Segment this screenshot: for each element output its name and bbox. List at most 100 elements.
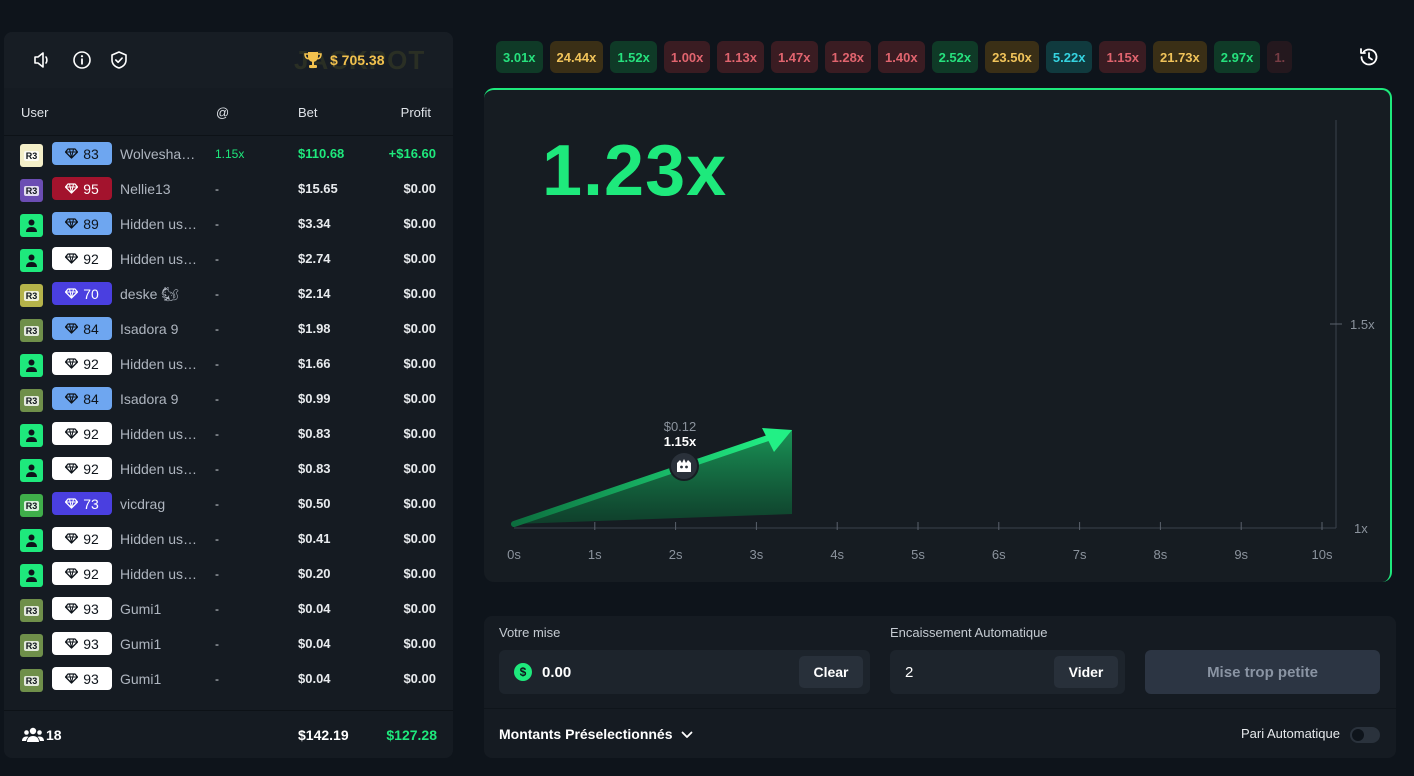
vider-button[interactable]: Vider — [1054, 656, 1118, 688]
preset-amounts-dropdown[interactable]: Montants Préselectionnés — [499, 726, 693, 742]
diamond-icon — [65, 463, 79, 474]
avatar[interactable]: R3 — [20, 284, 43, 307]
history-multiplier-pill[interactable]: 2.52x — [931, 41, 979, 73]
leaderboard-row[interactable]: R3 70 deske 🐿 - $2.14 $0.00 — [4, 278, 453, 313]
history-multiplier-pill[interactable]: 5.22x — [1045, 41, 1093, 73]
diamond-icon — [65, 183, 79, 194]
level-number: 73 — [83, 495, 99, 512]
bet-amount: $1.66 — [298, 356, 331, 371]
auto-bet-toggle[interactable] — [1350, 727, 1380, 743]
avatar[interactable]: R3 — [20, 634, 43, 657]
y-tick-label-1x: 1x — [1354, 521, 1368, 536]
marker-amount: $0.12 — [664, 419, 697, 434]
stake-field[interactable]: $ Clear — [499, 650, 870, 694]
avatar[interactable] — [20, 249, 43, 272]
level-number: 92 — [83, 565, 99, 582]
leaderboard-row[interactable]: R3 73 vicdrag - $0.50 $0.00 — [4, 488, 453, 523]
history-multiplier-pill[interactable]: 3.01x — [496, 41, 543, 73]
leaderboard-row[interactable]: 92 Hidden us… - $2.74 $0.00 — [4, 243, 453, 278]
history-multiplier-pill[interactable]: 1.52x — [610, 41, 657, 73]
avatar[interactable]: R3 — [20, 669, 43, 692]
avatar[interactable]: R3 — [20, 319, 43, 342]
avatar[interactable]: R3 — [20, 494, 43, 517]
username: vicdrag — [120, 496, 166, 512]
autocash-input[interactable] — [905, 660, 1045, 684]
leaderboard-row[interactable]: R3 95 Nellie13 - $15.65 $0.00 — [4, 173, 453, 208]
history-multiplier-pill[interactable]: 23.50x — [985, 41, 1039, 73]
cashout-multiplier: - — [215, 427, 219, 441]
leaderboard-header: User @ Bet Profit — [4, 88, 453, 136]
history-multiplier-pill[interactable]: 21.73x — [1153, 41, 1207, 73]
leaderboard-row[interactable]: 92 Hidden us… - $0.41 $0.00 — [4, 523, 453, 558]
avatar[interactable] — [20, 354, 43, 377]
profit-amount: $0.00 — [403, 461, 436, 476]
history-clock-icon[interactable] — [1357, 45, 1381, 69]
username: Hidden us… — [120, 251, 198, 267]
jackpot-widget[interactable]: JACKPOT $ 705.38 — [294, 46, 434, 74]
avatar[interactable] — [20, 529, 43, 552]
avatar[interactable] — [20, 424, 43, 447]
leaderboard-row[interactable]: R3 93 Gumi1 - $0.04 $0.00 — [4, 663, 453, 698]
level-badge: 95 — [52, 177, 112, 200]
avatar[interactable]: R3 — [20, 179, 43, 202]
leaderboard-row[interactable]: 92 Hidden us… - $0.20 $0.00 — [4, 558, 453, 593]
username: deske 🐿 — [120, 286, 180, 302]
leaderboard-row[interactable]: 89 Hidden us… - $3.34 $0.00 — [4, 208, 453, 243]
info-icon[interactable] — [70, 48, 94, 72]
leaderboard-row[interactable]: R3 93 Gumi1 - $0.04 $0.00 — [4, 628, 453, 663]
history-multiplier-pill[interactable]: 1.15x — [1099, 41, 1146, 73]
level-badge: 92 — [52, 247, 112, 270]
bet-amount: $0.83 — [298, 426, 331, 441]
header-user: User — [21, 105, 49, 120]
avatar[interactable]: R3 — [20, 389, 43, 412]
history-multiplier-pill[interactable]: 1.00x — [663, 41, 711, 73]
avatar[interactable]: R3 — [20, 599, 43, 622]
autocash-field[interactable]: Vider — [890, 650, 1125, 694]
leaderboard-row[interactable]: R3 83 Wolvesha… 1.15x $110.68 +$16.60 — [4, 138, 453, 173]
bet-amount: $15.65 — [298, 181, 338, 196]
avatar[interactable] — [20, 214, 43, 237]
history-multiplier-pill[interactable]: 1.28x — [824, 41, 872, 73]
avatar[interactable]: R3 — [20, 144, 43, 167]
chevron-down-icon — [681, 726, 693, 742]
level-badge: 93 — [52, 597, 112, 620]
level-number: 93 — [83, 635, 99, 652]
stake-label: Votre mise — [499, 625, 561, 640]
bet-amount: $0.04 — [298, 636, 331, 651]
avatar[interactable] — [20, 459, 43, 482]
history-multiplier-pill[interactable]: 2.97x — [1213, 41, 1261, 73]
player-cashout-marker-icon[interactable] — [669, 451, 699, 481]
chart-canvas: 0s 1s 2s 3s 4s 5s 6s 7s 8s 9s 10s 1.5x 1x $0.12 1.… — [507, 120, 1375, 562]
username: Hidden us… — [120, 531, 198, 547]
cashout-multiplier: - — [215, 322, 219, 336]
username: Gumi1 — [120, 601, 162, 617]
profit-amount: $0.00 — [403, 566, 436, 581]
autocash-label: Encaissement Automatique — [890, 625, 1048, 640]
leaderboard-row[interactable]: R3 93 Gumi1 - $0.04 $0.00 — [4, 593, 453, 628]
leaderboard-row[interactable]: 92 Hidden us… - $0.83 $0.00 — [4, 418, 453, 453]
stake-input[interactable] — [542, 660, 782, 684]
history-multiplier-pill[interactable]: 1. — [1267, 41, 1293, 73]
username: Hidden us… — [120, 356, 198, 372]
history-multiplier-pill[interactable]: 1.47x — [770, 41, 818, 73]
diamond-icon — [65, 253, 79, 264]
sound-icon[interactable] — [30, 48, 54, 72]
leaderboard-row[interactable]: R3 84 Isadora 9 - $1.98 $0.00 — [4, 313, 453, 348]
history-multiplier-pill[interactable]: 1.40x — [878, 41, 925, 73]
level-number: 93 — [83, 600, 99, 617]
leaderboard-row[interactable]: 92 Hidden us… - $1.66 $0.00 — [4, 348, 453, 383]
leaderboard-row[interactable]: 92 Hidden us… - $0.83 $0.00 — [4, 453, 453, 488]
provably-fair-shield-icon[interactable] — [107, 48, 131, 72]
leaderboard-row[interactable]: R3 84 Isadora 9 - $0.99 $0.00 — [4, 383, 453, 418]
players-icon — [22, 727, 44, 746]
level-number: 84 — [83, 320, 99, 337]
clear-button[interactable]: Clear — [799, 656, 863, 688]
x-tick-label: 6s — [992, 547, 1006, 562]
level-badge: 70 — [52, 282, 112, 305]
place-bet-button[interactable]: Mise trop petite — [1145, 650, 1380, 694]
profit-amount: $0.00 — [403, 636, 436, 651]
avatar[interactable] — [20, 564, 43, 587]
history-multiplier-pill[interactable]: 1.13x — [717, 41, 764, 73]
cashout-multiplier: - — [215, 567, 219, 581]
history-multiplier-pill[interactable]: 24.44x — [549, 41, 604, 73]
